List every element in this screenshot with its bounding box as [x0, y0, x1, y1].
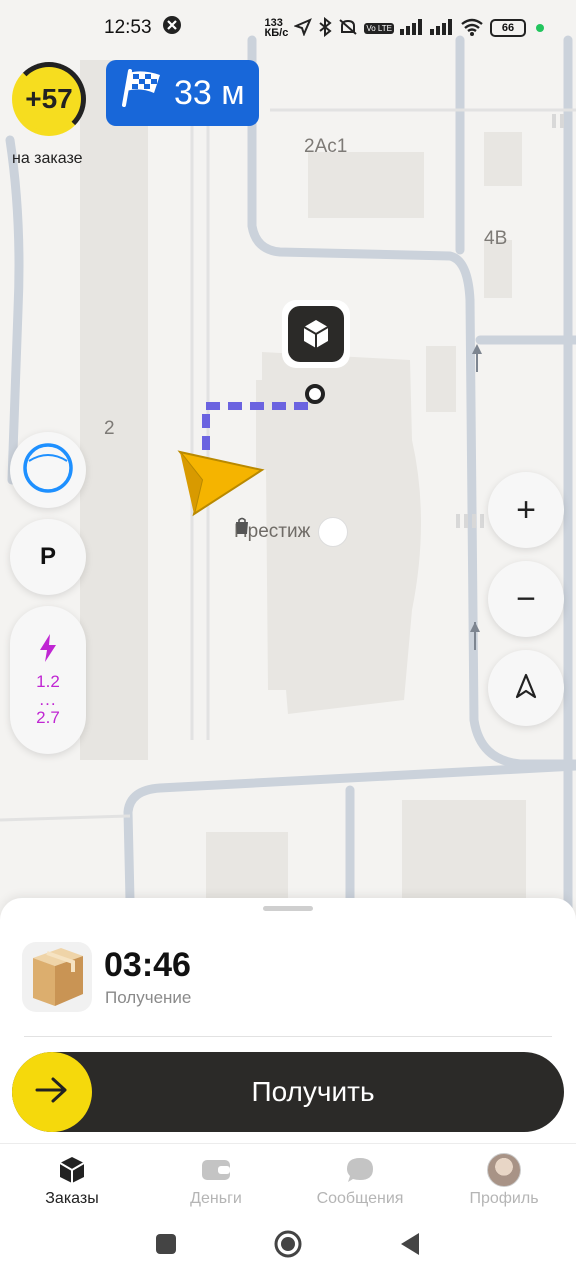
order-status: Получение [105, 988, 192, 1007]
tab-label: Деньги [190, 1190, 242, 1207]
volte-icon: Vo LTE [364, 22, 394, 34]
parcel-box-icon [27, 942, 87, 1013]
signal-icon [430, 18, 454, 38]
tab-profile[interactable]: Профиль [432, 1144, 576, 1213]
slide-knob[interactable] [12, 1052, 92, 1132]
orders-box-icon [58, 1156, 86, 1184]
parcel-thumbnail [22, 942, 92, 1012]
tab-label: Профиль [469, 1190, 539, 1207]
network-speed: 133 КБ/с [264, 17, 289, 39]
receive-slide-button[interactable]: Получить [12, 1052, 564, 1132]
battery-icon: 66 [490, 19, 526, 37]
sphere-button[interactable] [10, 432, 86, 508]
privacy-indicator [536, 24, 544, 32]
destination-pin[interactable] [282, 300, 350, 368]
score-caption: на заказе [12, 150, 83, 167]
building-label: 2 [104, 418, 115, 439]
distance-badge[interactable]: 33 м [106, 60, 259, 126]
surge-min: 1.2 [36, 671, 60, 691]
order-timer: 03:46 [104, 946, 191, 984]
sheet-handle[interactable] [263, 906, 313, 911]
tab-orders[interactable]: Заказы [0, 1144, 144, 1213]
zoom-in-button[interactable]: + [488, 472, 564, 548]
poi-prestige[interactable]: Престиж [234, 517, 349, 547]
current-location-marker [177, 450, 265, 517]
avatar [487, 1153, 521, 1187]
bottom-tab-bar: Заказы Деньги Сообщения Профиль [0, 1143, 576, 1213]
surge-coefficient-button[interactable]: 1.2 ... 2.7 [10, 606, 86, 754]
bluetooth-icon [318, 16, 332, 40]
building-label: 4B [484, 228, 508, 249]
navigation-arrow-icon [514, 673, 538, 704]
building-label: 2Ac1 [304, 136, 348, 157]
arrow-right-icon [35, 1076, 69, 1109]
mute-icon [338, 18, 358, 39]
clock: 12:53 [104, 17, 152, 38]
zoom-out-button[interactable]: − [488, 561, 564, 637]
tab-messages[interactable]: Сообщения [288, 1144, 432, 1213]
divider [24, 1036, 552, 1037]
recenter-button[interactable] [488, 650, 564, 726]
tab-money[interactable]: Деньги [144, 1144, 288, 1213]
location-icon [293, 17, 313, 39]
shopping-bag-icon [236, 517, 349, 547]
wallet-icon [201, 1156, 231, 1184]
map-view[interactable]: 2Ac1 4B 2 Престиж [0, 0, 576, 960]
receive-label: Получить [251, 1076, 375, 1107]
tab-label: Сообщения [316, 1190, 404, 1207]
chat-icon [345, 1156, 375, 1184]
system-navigation-bar [0, 1213, 576, 1280]
tab-label: Заказы [45, 1190, 99, 1207]
back-icon[interactable] [399, 1232, 421, 1261]
map-canvas [0, 35, 576, 960]
parking-button[interactable]: P [10, 519, 86, 595]
surge-separator: ... [39, 689, 57, 709]
lightning-icon [37, 633, 59, 668]
score-badge[interactable]: +57 [12, 62, 86, 136]
signal-icon [400, 18, 424, 38]
wifi-icon [460, 18, 484, 39]
status-bar: 12:53 133 КБ/с Vo LTE 66 [0, 0, 576, 56]
surge-max: 2.7 [36, 707, 60, 727]
distance-value: 33 м [174, 73, 245, 112]
ya-status-icon [162, 15, 182, 41]
home-icon[interactable] [273, 1229, 303, 1264]
finish-flag-icon [120, 68, 164, 118]
sphere-icon [21, 441, 75, 500]
recent-apps-icon[interactable] [155, 1233, 177, 1260]
